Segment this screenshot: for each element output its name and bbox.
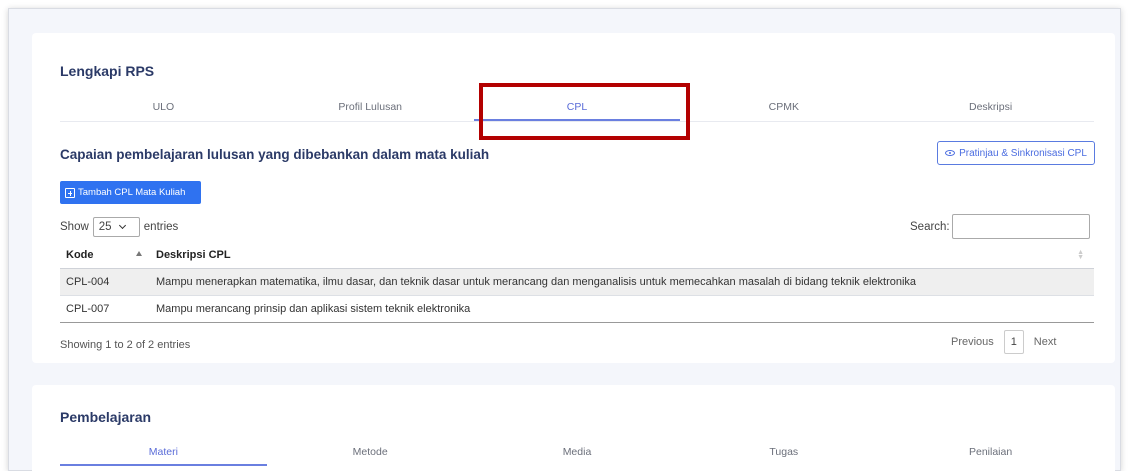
section-title: Capaian pembelajaran lulusan yang dibeba…: [60, 147, 490, 162]
card-title: Lengkapi RPS: [60, 63, 155, 79]
show-label: Show: [60, 221, 89, 233]
app-frame: Lengkapi RPS ULO Profil Lulusan CPL CPMK…: [8, 8, 1121, 471]
table-info: Showing 1 to 2 of 2 entries: [60, 339, 191, 351]
table-row: CPL-004 Mampu menerapkan matematika, ilm…: [60, 268, 1094, 296]
entries-label: entries: [143, 221, 179, 233]
column-header-deskripsi[interactable]: Deskripsi CPL ▲ ▼: [150, 242, 1094, 269]
previous-button[interactable]: Previous: [951, 336, 994, 348]
pembelajaran-tabs: Materi Metode Media Tugas Penilaian: [60, 440, 1094, 466]
search-wrap: Search:: [910, 214, 1090, 239]
card-title: Pembelajaran: [60, 409, 152, 425]
cell-deskripsi: Mampu menerapkan matematika, ilmu dasar,…: [150, 268, 1094, 296]
cell-deskripsi: Mampu merancang prinsip dan aplikasi sis…: [150, 295, 1094, 323]
sort-asc-icon: [136, 251, 142, 256]
tab-penilaian[interactable]: Penilaian: [887, 440, 1094, 466]
tab-media[interactable]: Media: [474, 440, 681, 466]
add-cpl-label: Tambah CPL Mata Kuliah: [78, 187, 186, 198]
table-row: CPL-007 Mampu merancang prinsip dan apli…: [60, 295, 1094, 323]
tab-tugas[interactable]: Tugas: [680, 440, 887, 466]
eye-icon: [945, 150, 956, 156]
search-label: Search:: [910, 220, 950, 233]
preview-sync-button[interactable]: Pratinjau & Sinkronisasi CPL: [937, 141, 1095, 165]
pagination: Previous 1 Next: [951, 330, 1056, 354]
tab-materi[interactable]: Materi: [60, 440, 267, 466]
tab-ulo[interactable]: ULO: [60, 95, 267, 121]
next-button[interactable]: Next: [1034, 336, 1057, 348]
tab-profil-lulusan[interactable]: Profil Lulusan: [267, 95, 474, 121]
preview-sync-label: Pratinjau & Sinkronisasi CPL: [959, 147, 1087, 159]
highlight-box: [479, 83, 690, 140]
tab-deskripsi[interactable]: Deskripsi: [887, 95, 1094, 121]
search-input[interactable]: [951, 214, 1090, 239]
add-cpl-button[interactable]: Tambah CPL Mata Kuliah: [60, 181, 201, 204]
pembelajaran-card: Pembelajaran Materi Metode Media Tugas P…: [32, 385, 1115, 471]
page-1-button[interactable]: 1: [1003, 330, 1024, 354]
cell-kode: CPL-004: [60, 268, 150, 296]
show-entries: Show 25 entries: [60, 217, 178, 237]
tab-cpmk[interactable]: CPMK: [680, 95, 887, 121]
cpl-table: Kode Deskripsi CPL ▲ ▼ CPL-004 Mampu mene…: [60, 242, 1094, 323]
chevron-down-icon: [118, 221, 126, 230]
plus-square-icon: [65, 187, 75, 198]
sort-icon: ▲ ▼: [1077, 249, 1084, 261]
entries-select[interactable]: 25: [92, 217, 140, 237]
cell-kode: CPL-007: [60, 295, 150, 323]
column-header-kode[interactable]: Kode: [60, 242, 150, 269]
tab-metode[interactable]: Metode: [267, 440, 474, 466]
table-header-row: Kode Deskripsi CPL ▲ ▼: [60, 242, 1094, 269]
entries-value: 25: [98, 221, 112, 233]
rps-card: Lengkapi RPS ULO Profil Lulusan CPL CPMK…: [32, 33, 1115, 363]
